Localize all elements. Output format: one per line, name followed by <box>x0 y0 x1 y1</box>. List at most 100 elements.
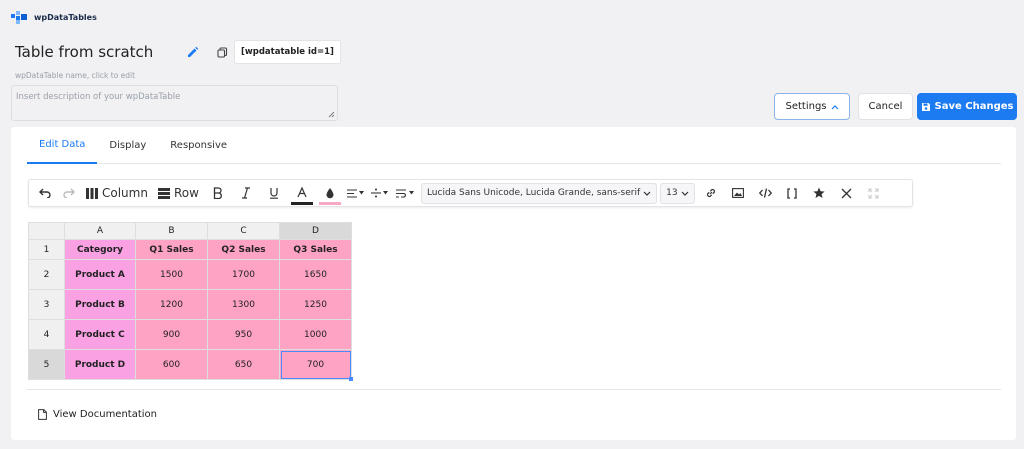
name-hint: wpDataTable name, click to edit <box>15 71 136 80</box>
column-header[interactable]: B <box>135 222 208 240</box>
table-row: 3 Product B 1200 1300 1250 <box>28 289 352 320</box>
floppy-disk-icon <box>921 102 930 111</box>
fullscreen-icon[interactable] <box>860 180 887 206</box>
text-color-icon[interactable] <box>288 180 316 206</box>
column-label: Column <box>102 186 148 200</box>
resize-grip-icon[interactable] <box>328 111 335 118</box>
cancel-button[interactable]: Cancel <box>858 93 913 120</box>
chevron-down-icon <box>643 191 651 196</box>
row-number[interactable]: 4 <box>28 319 65 350</box>
font-family-value: Lucida Sans Unicode, Lucida Grande, sans… <box>426 188 641 198</box>
corner-cell[interactable] <box>28 222 65 240</box>
table-cell[interactable]: 1500 <box>135 259 208 290</box>
code-icon[interactable] <box>752 180 779 206</box>
table-cell[interactable]: Q1 Sales <box>135 239 208 260</box>
table-cell[interactable]: Q3 Sales <box>279 239 352 260</box>
table-cell[interactable]: 1250 <box>279 289 352 320</box>
row-number[interactable]: 3 <box>28 289 65 320</box>
fill-color-icon[interactable] <box>316 180 344 206</box>
title-row: Table from scratch [wpdatatable id=1] <box>11 38 341 66</box>
row-number[interactable]: 1 <box>28 239 65 260</box>
editor-panel: Edit Data Display Responsive Column Row <box>11 127 1016 440</box>
table-cell[interactable]: 650 <box>207 349 280 380</box>
table-cell[interactable]: Product D <box>64 349 136 380</box>
table-cell[interactable]: 900 <box>135 319 208 350</box>
undo-icon[interactable] <box>33 180 57 206</box>
row-icon <box>157 187 170 199</box>
save-changes-button[interactable]: Save Changes <box>917 93 1017 120</box>
italic-icon[interactable] <box>232 180 260 206</box>
row-label: Row <box>173 186 199 200</box>
caret-down-icon <box>408 191 414 195</box>
wrap-icon[interactable] <box>392 180 418 206</box>
document-icon <box>38 409 47 420</box>
settings-label: Settings <box>785 101 827 112</box>
tab-responsive[interactable]: Responsive <box>158 127 239 164</box>
editor-toolbar: Column Row Lucida Sans Unicode, Lucida G… <box>28 179 913 207</box>
shortcode-badge[interactable]: [wpdatatable id=1] <box>234 40 341 64</box>
table-cell[interactable]: Category <box>64 239 136 260</box>
table-name[interactable]: Table from scratch <box>11 38 201 66</box>
redo-icon[interactable] <box>57 180 81 206</box>
tab-display[interactable]: Display <box>97 127 158 164</box>
star-icon[interactable] <box>806 180 833 206</box>
table-cell[interactable]: 950 <box>207 319 280 350</box>
table-cell[interactable]: 1700 <box>207 259 280 290</box>
settings-button[interactable]: Settings <box>774 93 850 120</box>
brand-name: wpDataTables <box>34 13 97 22</box>
cancel-label: Cancel <box>868 101 903 112</box>
table-cell[interactable]: 1300 <box>207 289 280 320</box>
column-button[interactable]: Column <box>81 180 153 206</box>
table-cell-value: 700 <box>306 359 325 370</box>
column-header[interactable]: C <box>207 222 280 240</box>
tab-bar: Edit Data Display Responsive <box>27 127 1001 164</box>
pencil-icon[interactable] <box>187 46 199 58</box>
spreadsheet-grid: A B C D 1 Category Q1 Sales Q2 Sales Q3 … <box>28 222 353 381</box>
font-family-select[interactable]: Lucida Sans Unicode, Lucida Grande, sans… <box>420 182 658 204</box>
bold-icon[interactable] <box>204 180 232 206</box>
wpdatatables-logo-icon <box>11 11 27 24</box>
table-cell[interactable]: Product B <box>64 289 136 320</box>
underline-icon[interactable] <box>260 180 288 206</box>
row-number[interactable]: 2 <box>28 259 65 290</box>
table-cell[interactable]: Product A <box>64 259 136 290</box>
footer-divider <box>27 389 1001 390</box>
selected-cell[interactable]: 700 <box>279 349 353 381</box>
shortcode-icon[interactable] <box>779 180 806 206</box>
table-row: 5 Product D 600 650 700 <box>28 349 353 381</box>
table-cell[interactable]: 1650 <box>279 259 352 290</box>
column-header[interactable]: D <box>279 222 352 240</box>
view-documentation-label: View Documentation <box>53 409 157 420</box>
table-cell[interactable]: Q2 Sales <box>207 239 280 260</box>
row-button[interactable]: Row <box>153 180 204 206</box>
table-cell[interactable]: Product C <box>64 319 136 350</box>
brand: wpDataTables <box>11 11 97 24</box>
table-cell[interactable]: 600 <box>135 349 208 380</box>
valign-icon[interactable] <box>368 180 392 206</box>
image-icon[interactable] <box>725 180 752 206</box>
font-size-value: 13 <box>666 188 678 198</box>
clear-icon[interactable] <box>833 180 860 206</box>
save-label: Save Changes <box>934 101 1014 112</box>
copy-icon[interactable] <box>217 46 228 58</box>
chevron-up-icon <box>831 104 838 109</box>
table-cell[interactable]: 1000 <box>279 319 352 350</box>
table-row: 4 Product C 900 950 1000 <box>28 319 352 350</box>
description-placeholder: Insert description of your wpDataTable <box>16 92 181 102</box>
caret-down-icon <box>359 191 365 195</box>
fill-color-swatch <box>318 202 341 205</box>
row-number[interactable]: 5 <box>28 349 65 380</box>
fill-handle[interactable] <box>349 377 353 381</box>
align-icon[interactable] <box>344 180 368 206</box>
description-textarea[interactable]: Insert description of your wpDataTable <box>11 85 338 121</box>
table-row: 2 Product A 1500 1700 1650 <box>28 259 352 290</box>
text-color-swatch <box>290 202 313 205</box>
chevron-down-icon <box>681 191 689 196</box>
caret-down-icon <box>383 191 389 195</box>
link-icon[interactable] <box>698 180 725 206</box>
tab-edit-data[interactable]: Edit Data <box>27 127 98 164</box>
table-cell[interactable]: 1200 <box>135 289 208 320</box>
font-size-select[interactable]: 13 <box>660 182 695 204</box>
view-documentation-link[interactable]: View Documentation <box>38 409 157 420</box>
column-header[interactable]: A <box>64 222 136 240</box>
